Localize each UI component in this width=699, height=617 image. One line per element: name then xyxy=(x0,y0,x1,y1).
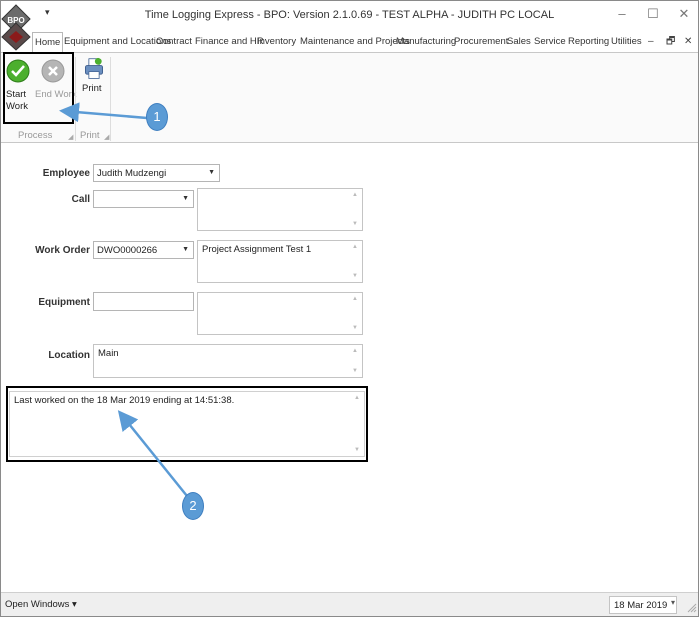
callout-1: 1 xyxy=(146,103,168,131)
annotation-arrow-1 xyxy=(59,102,148,123)
annotation-arrows xyxy=(59,102,188,497)
annotation-arrow-2 xyxy=(117,410,188,497)
app-window: ▾ Time Logging Express - BPO: Version 2.… xyxy=(0,0,699,617)
callout-2: 2 xyxy=(182,492,204,520)
